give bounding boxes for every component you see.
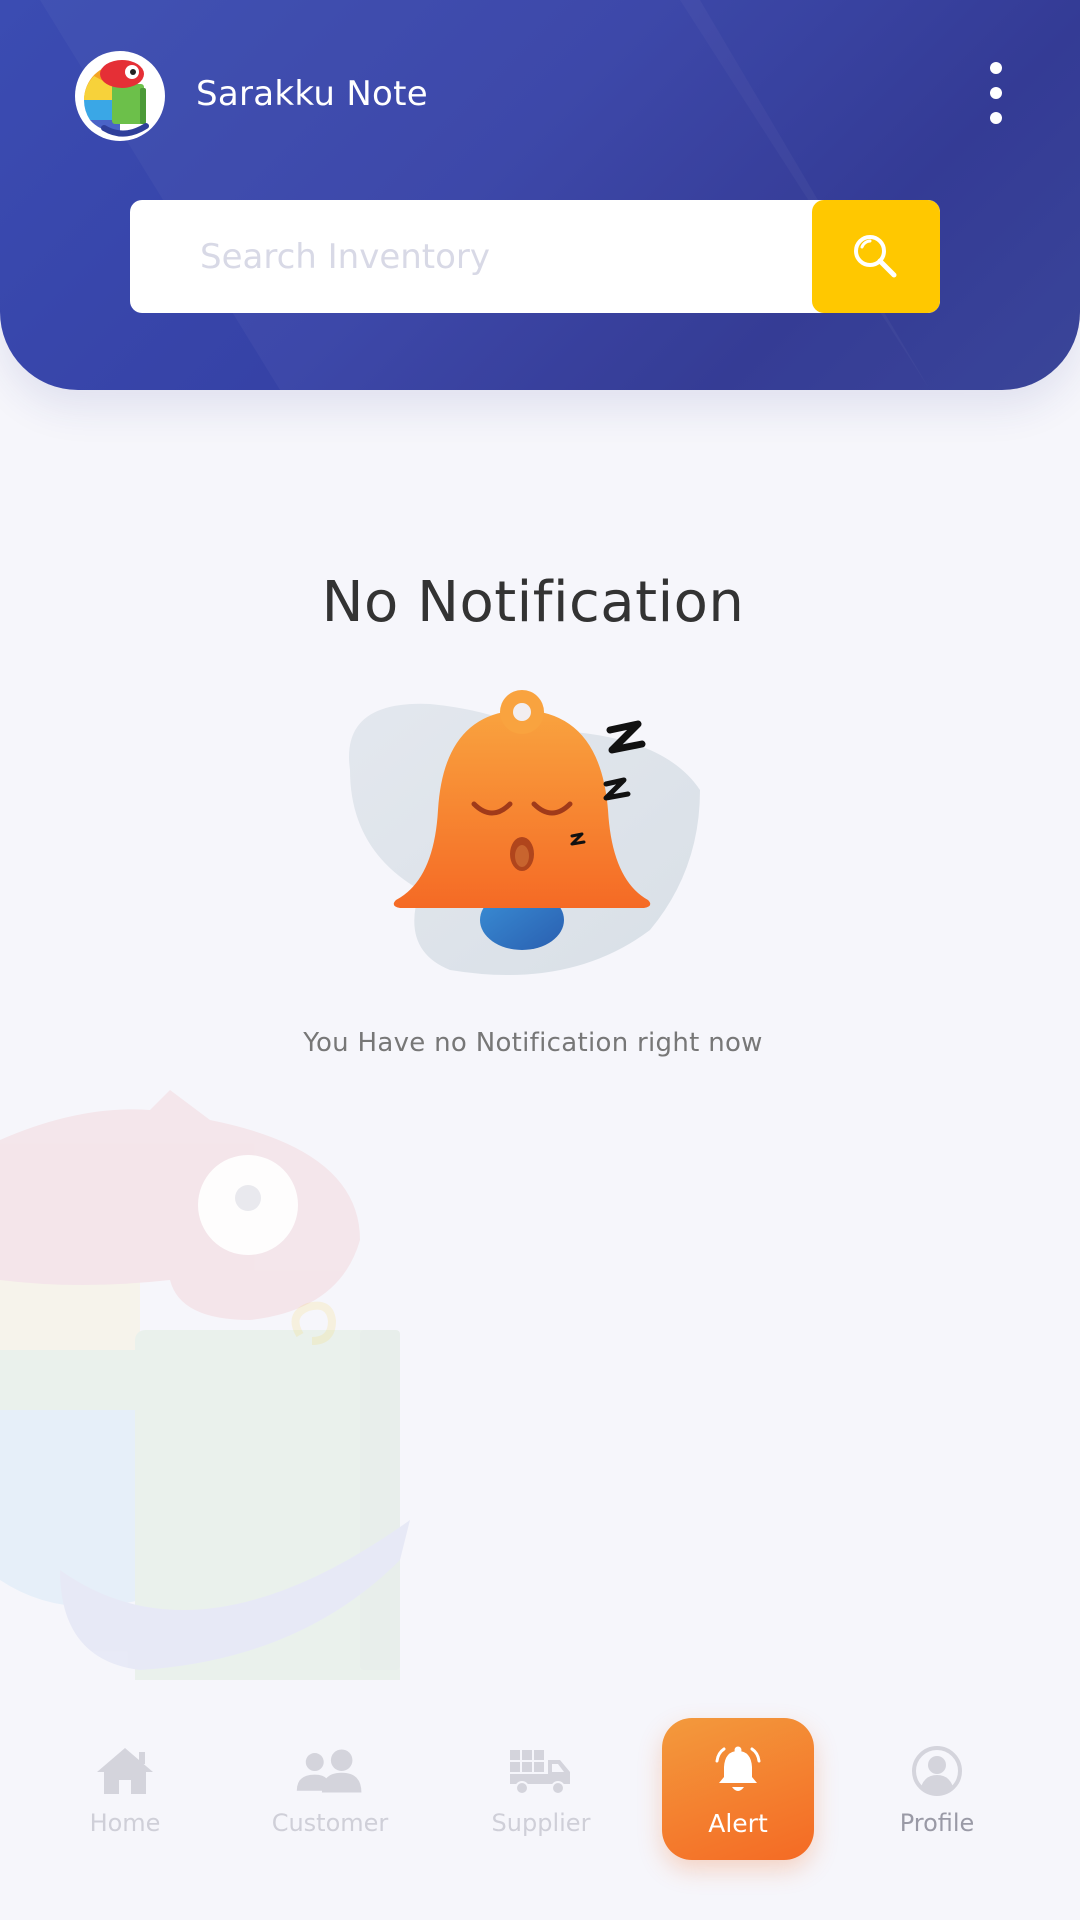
- empty-state-message: You Have no Notification right now: [303, 1028, 763, 1058]
- nav-item-customer[interactable]: Customer: [255, 1718, 405, 1860]
- empty-state-title: No Notification: [321, 570, 745, 635]
- search-icon: [854, 234, 897, 277]
- app-header: Sarakku Note: [0, 0, 1080, 390]
- nav-item-profile[interactable]: Profile: [862, 1718, 1012, 1860]
- nav-item-alert[interactable]: Alert: [662, 1718, 814, 1860]
- chameleon-watermark-icon: [0, 1090, 410, 1680]
- nav-item-supplier[interactable]: Supplier: [466, 1718, 616, 1860]
- nav-item-home[interactable]: Home: [50, 1718, 200, 1860]
- truck-icon: [510, 1750, 570, 1795]
- home-icon: [97, 1748, 153, 1794]
- app-logo-icon: [75, 51, 165, 141]
- nav-label-alert: Alert: [708, 1808, 768, 1838]
- more-dot: [990, 87, 1002, 99]
- search-input[interactable]: [130, 200, 810, 313]
- search-bar: [130, 200, 940, 313]
- app-title: Sarakku Note: [196, 74, 429, 114]
- bell-icon: [715, 1746, 761, 1791]
- nav-label-customer: Customer: [271, 1809, 389, 1837]
- profile-icon: [912, 1746, 962, 1796]
- search-button[interactable]: [812, 200, 940, 313]
- more-dot: [990, 62, 1002, 74]
- sleeping-bell-icon: [349, 690, 700, 975]
- customer-icon: [296, 1749, 362, 1793]
- bottom-navigation: Home Customer Supplier Alert Profile: [0, 1700, 1080, 1920]
- nav-label-supplier: Supplier: [491, 1809, 591, 1837]
- nav-label-profile: Profile: [899, 1809, 975, 1837]
- nav-label-home: Home: [89, 1809, 161, 1837]
- more-dot: [990, 112, 1002, 124]
- more-options-button[interactable]: [976, 62, 1016, 124]
